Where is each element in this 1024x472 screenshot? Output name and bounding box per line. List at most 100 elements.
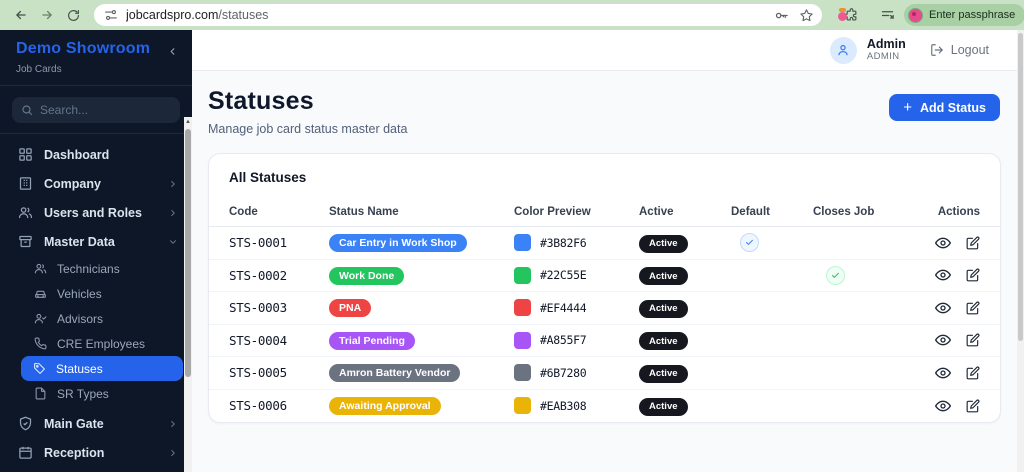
color-hex: #EF4444 [540, 301, 586, 315]
chevron-right-icon [168, 179, 178, 189]
browser-reload-button[interactable] [60, 4, 86, 26]
plus-icon: + [903, 99, 912, 116]
sidebar-item-company[interactable]: Company [0, 169, 192, 198]
eye-icon [935, 398, 951, 414]
chevron-right-icon [168, 448, 178, 458]
nav-label: Reception [44, 446, 168, 460]
users-icon [18, 205, 33, 220]
url-text: jobcardspro.com/statuses [126, 8, 774, 22]
add-status-button[interactable]: + Add Status [889, 94, 1000, 121]
nav-label: Technicians [57, 262, 178, 276]
brand-title: Demo Showroom [16, 40, 150, 58]
reading-list-icon[interactable] [874, 4, 900, 26]
page-scrollbar[interactable] [1017, 30, 1024, 472]
sidebar-item-users-and-roles[interactable]: Users and Roles [0, 198, 192, 227]
color-swatch [514, 267, 531, 284]
nav-label: CRE Employees [57, 337, 178, 351]
divider [0, 85, 192, 86]
edit-icon [966, 366, 980, 380]
sidebar-item-dashboard[interactable]: Dashboard [0, 140, 192, 169]
sidebar-item-advisors[interactable]: Advisors [0, 306, 192, 331]
nav-label: Advisors [57, 312, 178, 326]
edit-button[interactable] [966, 366, 980, 380]
sidebar-item-master-data[interactable]: Master Data [0, 227, 192, 256]
column-header-active: Active [639, 206, 731, 218]
search-input[interactable] [40, 103, 171, 117]
passphrase-label: Enter passphrase [929, 9, 1015, 21]
app-window: jobcardspro.com/statuses Enter passphras… [0, 0, 1024, 472]
browser-forward-button[interactable] [34, 4, 60, 26]
brand-subtitle: Job Cards [0, 64, 192, 75]
status-name-badge: Awaiting Approval [329, 397, 441, 415]
logout-button[interactable]: Logout [930, 43, 989, 57]
technicians-icon [34, 262, 47, 275]
page-subtitle: Manage job card status master data [208, 122, 1001, 136]
column-header-actions: Actions [919, 206, 980, 218]
eye-icon [935, 235, 951, 251]
edit-button[interactable] [966, 268, 980, 282]
sidebar: Demo Showroom Job Cards Dashboard Compan… [0, 30, 192, 472]
nav-label: Vehicles [57, 287, 178, 301]
bookmark-star-icon[interactable] [799, 8, 814, 23]
sidebar-item-main-gate[interactable]: Main Gate [0, 409, 192, 438]
sidebar-item-sr-types[interactable]: SR Types [0, 381, 192, 406]
view-button[interactable] [935, 267, 951, 283]
user-name: Admin [867, 38, 906, 52]
scrollbar-thumb[interactable] [185, 129, 191, 377]
status-code: STS-0005 [229, 365, 329, 380]
tag-icon [33, 362, 46, 375]
sidebar-scrollbar[interactable]: ▲ [184, 117, 192, 472]
address-bar[interactable]: jobcardspro.com/statuses [94, 4, 822, 26]
view-button[interactable] [935, 300, 951, 316]
document-icon [34, 387, 47, 400]
enter-passphrase-button[interactable]: Enter passphrase [904, 4, 1024, 26]
column-header-code: Code [229, 206, 329, 218]
view-button[interactable] [935, 365, 951, 381]
view-button[interactable] [935, 235, 951, 251]
browser-back-button[interactable] [8, 4, 34, 26]
table-row: STS-0004 Trial Pending #A855F7 Active [209, 325, 1000, 358]
main-content: Statuses Manage job card status master d… [192, 71, 1017, 472]
status-name-badge: Amron Battery Vendor [329, 364, 460, 382]
view-button[interactable] [935, 398, 951, 414]
status-code: STS-0003 [229, 300, 329, 315]
status-code: STS-0004 [229, 333, 329, 348]
sidebar-item-operations-shop-floor[interactable]: Operations / Shop Floor [0, 467, 192, 472]
edit-button[interactable] [966, 236, 980, 250]
edit-button[interactable] [966, 301, 980, 315]
sidebar-item-cre-employees[interactable]: CRE Employees [0, 331, 192, 356]
sidebar-item-technicians[interactable]: Technicians [0, 256, 192, 281]
active-badge: Active [639, 332, 688, 350]
edit-button[interactable] [966, 399, 980, 413]
eye-icon [935, 365, 951, 381]
scrollbar-up-arrow[interactable]: ▲ [184, 119, 192, 125]
site-info-icon[interactable] [104, 8, 118, 22]
shield-icon [18, 416, 33, 431]
sidebar-collapse-icon[interactable] [167, 44, 178, 62]
sidebar-search[interactable] [12, 97, 180, 123]
eye-icon [935, 300, 951, 316]
archive-box-icon [18, 234, 33, 249]
table-row: STS-0003 PNA #EF4444 Active [209, 292, 1000, 325]
edit-icon [966, 333, 980, 347]
nav-label: Company [44, 177, 168, 191]
user-role: ADMIN [867, 52, 906, 62]
view-button[interactable] [935, 332, 951, 348]
color-swatch [514, 234, 531, 251]
sync-error-icon [908, 8, 923, 23]
user-avatar[interactable] [830, 37, 857, 64]
table-row: STS-0001 Car Entry in Work Shop #3B82F6 … [209, 227, 1000, 260]
car-icon [34, 287, 47, 300]
saved-passwords-key-icon[interactable] [774, 8, 789, 23]
sidebar-item-vehicles[interactable]: Vehicles [0, 281, 192, 306]
sidebar-item-statuses[interactable]: Statuses [21, 356, 183, 381]
edit-button[interactable] [966, 333, 980, 347]
phone-icon [34, 337, 47, 350]
search-icon [21, 104, 33, 116]
status-code: STS-0001 [229, 235, 329, 250]
sidebar-item-reception[interactable]: Reception [0, 438, 192, 467]
nav-label: Main Gate [44, 417, 168, 431]
nav-label: Master Data [44, 235, 168, 249]
scrollbar-thumb[interactable] [1018, 33, 1023, 341]
color-hex: #6B7280 [540, 366, 586, 380]
